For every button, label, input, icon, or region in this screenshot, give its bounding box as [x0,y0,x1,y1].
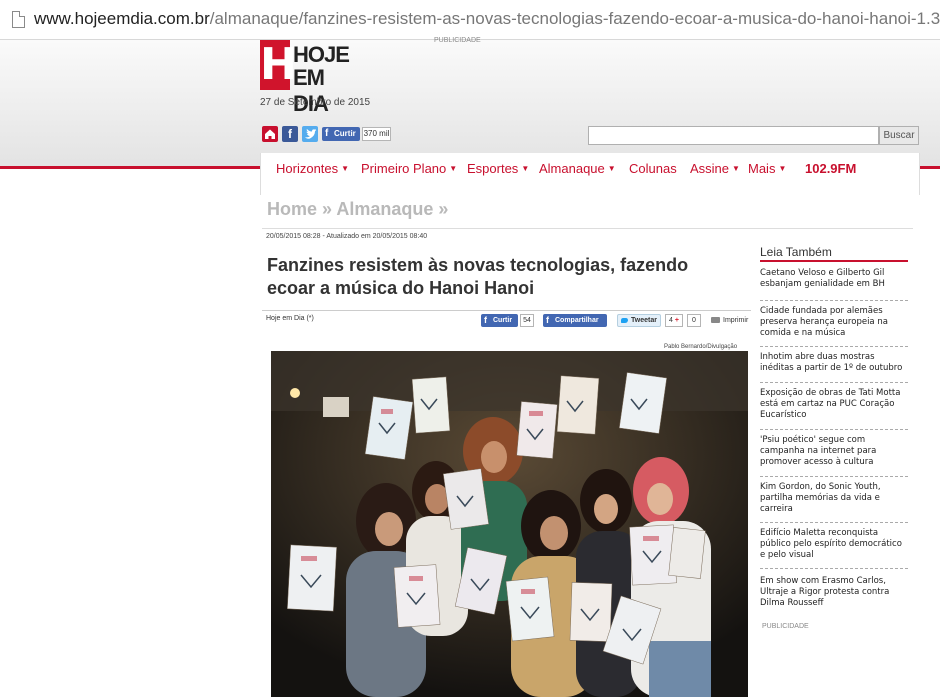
photo-illustration [271,351,748,697]
related-article-link[interactable]: Inhotim abre duas mostras inéditas a par… [760,352,908,374]
related-article-link[interactable]: Kim Gordon, do Sonic Youth, partilha mem… [760,482,908,515]
article-author: Hoje em Dia (*) [266,315,314,322]
photo-credit: Pablo Bernardo/Divulgação [664,344,738,350]
facebook-icon[interactable]: f [282,126,298,142]
facebook-like-count: 54 [520,314,534,327]
divider [760,429,908,430]
header-band [0,40,940,168]
facebook-like-count: 370 mil [362,127,391,141]
nav-label: Mais [748,161,776,176]
divider [760,300,908,301]
sidebar-title-rule [760,260,908,262]
chevron-down-icon: ▼ [341,164,350,173]
breadcrumb[interactable]: Home » Almanaque » [267,199,448,220]
nav-label: Almanaque [539,161,605,176]
header-date: 27 de Setembro de 2015 [260,97,371,108]
count-label: 4 [669,317,673,324]
chevron-down-icon: ▼ [521,164,530,173]
related-article-link[interactable]: Edifício Maletta reconquista público pel… [760,528,908,561]
divider [760,476,908,477]
print-button[interactable]: Imprimir [710,314,748,327]
chevron-down-icon: ▼ [778,164,787,173]
sidebar-title: Leia Também [760,245,832,259]
divider [760,346,908,347]
page-icon [12,11,25,28]
nav-item-esportes[interactable]: Esportes ▼ [467,161,529,176]
search-input[interactable] [588,126,879,145]
nav-item-primeiro-plano[interactable]: Primeiro Plano ▼ [361,161,457,176]
nav-item-assine[interactable]: Assine ▼ [690,161,740,176]
main-navigation: Horizontes ▼ Primeiro Plano ▼ Esportes ▼ Al… [260,153,920,195]
twitter-icon[interactable] [302,126,318,142]
logo-h-mark: H [260,39,297,90]
nav-item-colunas[interactable]: Colunas [629,161,677,176]
related-article-link[interactable]: Em show com Erasmo Carlos, Ultraje a Rig… [760,576,908,609]
nav-label: Primeiro Plano [361,161,447,176]
chevron-down-icon: ▼ [732,164,740,173]
divider [760,522,908,523]
google-plus-icon: + [674,317,679,324]
ad-label-top: PUBLICIDADE [434,37,481,44]
url-path: /almanaque/fanzines-resistem-as-novas-te… [209,9,940,28]
article-headline: Fanzines resistem às novas tecnologias, … [267,255,689,298]
chevron-down-icon: ▼ [449,164,458,173]
nav-label: Esportes [467,161,519,176]
google-plus-count[interactable]: 4 + [665,314,683,327]
facebook-share-button[interactable]: Compartilhar [543,314,607,327]
related-article-link[interactable]: Cidade fundada por alemães preserva hera… [760,306,908,339]
divider [760,568,908,569]
nav-item-mais[interactable]: Mais ▼ [748,161,786,176]
related-article-link[interactable]: Exposição de obras de Tati Motta está em… [760,388,908,421]
search-button[interactable]: Buscar [879,126,919,145]
divider [262,228,913,229]
address-url[interactable]: www.hojeemdia.com.br/almanaque/fanzines-… [34,9,940,29]
article-photo[interactable] [271,351,748,697]
nav-label: Colunas [629,161,677,176]
nav-item-almanaque[interactable]: Almanaque ▼ [539,161,616,176]
tweet-button[interactable]: Tweetar [617,314,661,327]
browser-address-bar[interactable]: www.hojeemdia.com.br/almanaque/fanzines-… [0,0,940,40]
facebook-like-button[interactable]: Curtir [322,127,360,141]
home-icon[interactable] [262,126,278,142]
related-article-link[interactable]: 'Psiu poético' segue com campanha na int… [760,435,908,468]
nav-item-horizontes[interactable]: Horizontes ▼ [276,161,349,176]
nav-item-radio[interactable]: 102.9FM [805,161,856,176]
divider [262,310,751,311]
logo-word-emdia: EM DIA [293,65,329,116]
url-host: www.hojeemdia.com.br [34,9,210,28]
divider [760,382,908,383]
site-logo[interactable]: H HOJE EM DIA [260,39,350,116]
chevron-down-icon: ▼ [607,164,616,173]
share-count: 0 [687,314,701,327]
related-article-link[interactable]: Caetano Veloso e Gilberto Gil esbanjam g… [760,268,908,290]
ad-label-sidebar: PUBLICIDADE [762,623,809,630]
article-timestamp: 20/05/2015 08:28 - Atualizado em 20/05/2… [266,233,428,240]
nav-label: Horizontes [276,161,339,176]
nav-label: Assine [690,161,730,176]
facebook-like-button[interactable]: Curtir [481,314,518,327]
